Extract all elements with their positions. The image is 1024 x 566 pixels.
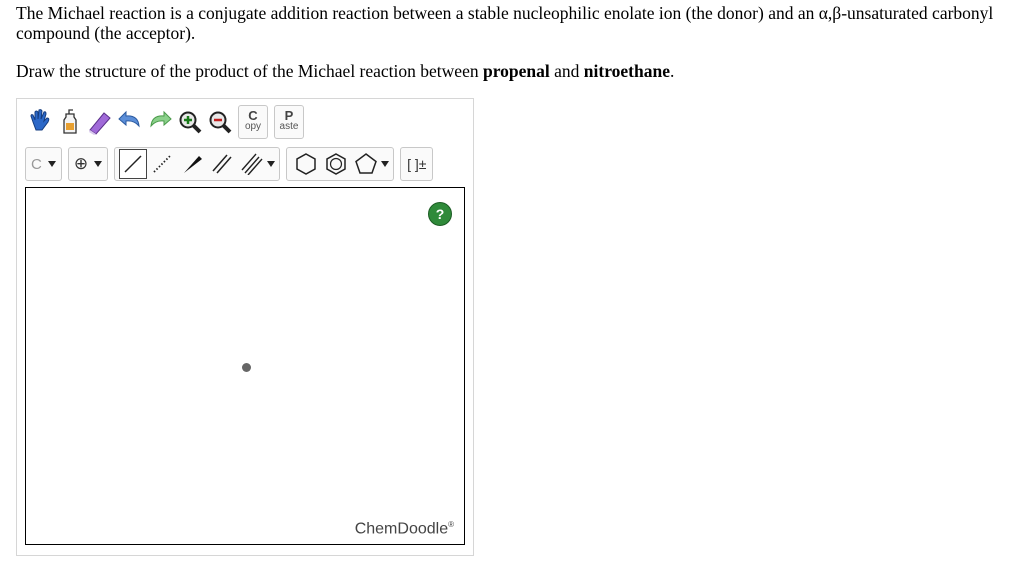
triple-bond-icon[interactable] bbox=[237, 147, 267, 181]
paste-button[interactable]: Paste bbox=[274, 105, 304, 139]
question-period: . bbox=[669, 61, 675, 81]
drawing-canvas[interactable]: ? ChemDoodle® bbox=[25, 187, 465, 545]
hand-icon[interactable] bbox=[25, 105, 55, 139]
atom-label: C bbox=[31, 155, 42, 173]
charge-select[interactable]: ⊕ bbox=[67, 147, 109, 181]
dashed-bond-icon[interactable] bbox=[147, 147, 177, 181]
eraser-icon[interactable] bbox=[85, 105, 115, 139]
reactant-propenal: propenal bbox=[482, 61, 550, 81]
bond-tools bbox=[114, 147, 281, 181]
erase-bottle-icon[interactable] bbox=[55, 105, 85, 139]
double-bond-icon[interactable] bbox=[207, 147, 237, 181]
chevron-down-icon[interactable] bbox=[267, 161, 276, 167]
reactant-nitroethane: nitroethane bbox=[583, 61, 670, 81]
paste-letter: P bbox=[284, 108, 294, 123]
chevron-down-icon bbox=[47, 161, 56, 167]
help-button[interactable]: ? bbox=[428, 202, 452, 226]
chevron-down-icon bbox=[94, 161, 103, 167]
question-text-and: and bbox=[549, 61, 584, 81]
charge-icon: ⊕ bbox=[73, 154, 89, 173]
single-bond-icon[interactable] bbox=[119, 149, 148, 179]
brand-text: ChemDoodle bbox=[354, 520, 449, 537]
toolbar-row-2: C ⊕ []± bbox=[25, 147, 439, 181]
toolbar-row-1: Copy Paste bbox=[25, 105, 307, 139]
ring-tools bbox=[286, 147, 395, 181]
chemdoodle-sketcher: Copy Paste C ⊕ []± ? ChemDoodle® bbox=[16, 98, 474, 556]
wedge-bond-icon[interactable] bbox=[177, 147, 207, 181]
redo-icon[interactable] bbox=[145, 105, 175, 139]
canvas-dot bbox=[242, 363, 251, 372]
question-paragraph-2: Draw the structure of the product of the… bbox=[16, 61, 674, 81]
question-paragraph-1: The Michael reaction is a conjugate addi… bbox=[16, 3, 994, 43]
undo-icon[interactable] bbox=[115, 105, 145, 139]
bracket-button[interactable]: [ ]± bbox=[400, 147, 434, 181]
paste-rest: aste bbox=[279, 121, 299, 132]
question-text: Draw the structure of the product of the… bbox=[16, 61, 483, 81]
benzene-icon[interactable] bbox=[321, 147, 351, 181]
atom-select[interactable]: C bbox=[25, 147, 62, 181]
chemdoodle-logo: ChemDoodle® bbox=[355, 520, 454, 538]
bracket-icon: [ ]± bbox=[407, 156, 427, 172]
zoom-in-icon[interactable] bbox=[175, 105, 205, 139]
cyclopentane-icon[interactable] bbox=[351, 147, 381, 181]
chevron-down-icon[interactable] bbox=[381, 161, 390, 167]
copy-button[interactable]: Copy bbox=[238, 105, 268, 139]
registered-mark: ® bbox=[448, 519, 454, 529]
zoom-out-icon[interactable] bbox=[205, 105, 235, 139]
copy-letter: C bbox=[248, 108, 258, 123]
cyclohexane-icon[interactable] bbox=[291, 147, 321, 181]
copy-rest: opy bbox=[244, 121, 262, 132]
